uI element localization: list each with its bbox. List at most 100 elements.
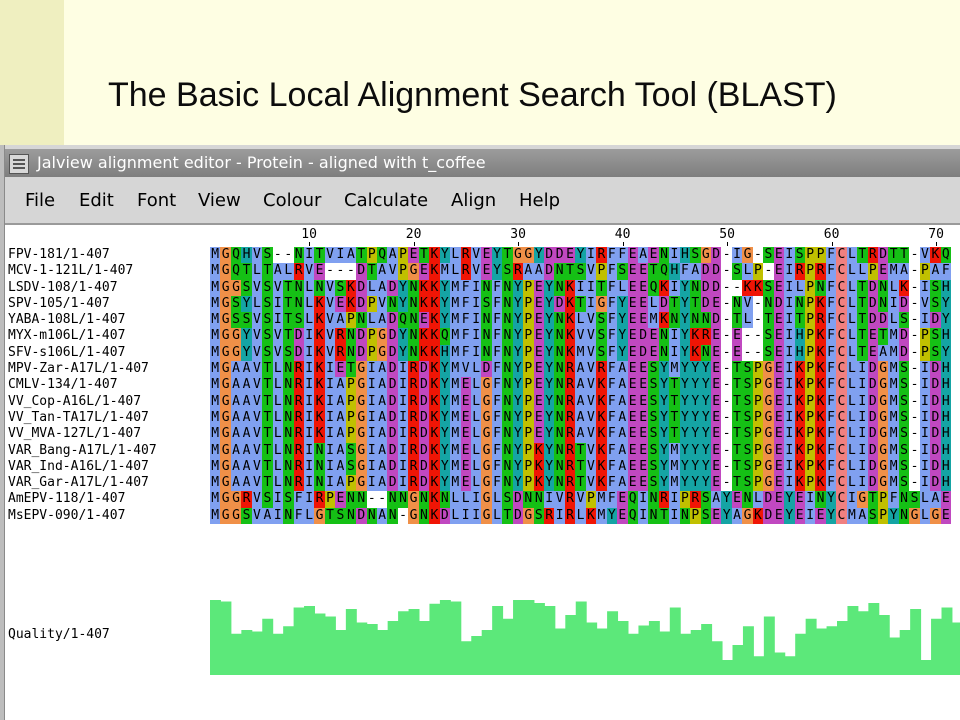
quality-bar <box>805 618 817 675</box>
menu-colour[interactable]: Colour <box>263 190 321 211</box>
jalview-window: Jalview alignment editor - Protein - ali… <box>0 145 960 720</box>
quality-bar <box>607 611 619 675</box>
menu-calculate[interactable]: Calculate <box>344 190 428 211</box>
sequence-row[interactable]: MGQHVS--NITVIATPQAPETKYLRVEYTGGYDDEYIRFF… <box>210 247 952 264</box>
menu-view[interactable]: View <box>198 190 241 211</box>
alignment-panel[interactable]: 10 20 30 40 50 60 70 FPV-181/1-407 MCV-1-121L/1… <box>5 223 960 720</box>
quality-bar <box>732 645 744 675</box>
window-titlebar[interactable]: Jalview alignment editor - Protein - ali… <box>5 149 960 177</box>
quality-bar <box>763 616 775 675</box>
sequence-row[interactable]: MGSSVSITSLKVAPNLADQNEKYMFINFNYPEYNKLVSFY… <box>210 312 952 329</box>
sequence-row[interactable]: MGQTLTALRVE---DTAVPGEKMLRVEYSRAADNTSVPFS… <box>210 263 952 280</box>
quality-bar <box>502 618 514 675</box>
sequence-id[interactable]: SFV-s106L/1-407 <box>8 345 213 361</box>
ruler-tick-label: 20 <box>405 227 422 242</box>
sequence-id[interactable]: VV_MVA-127L/1-407 <box>8 426 213 442</box>
sequence-id[interactable]: VAR_Gar-A17L/1-407 <box>8 475 213 491</box>
sequence-row[interactable]: MGSYLSITNLKVEKDPVNYNKKYMFISFNYPEYDKTIGFY… <box>210 295 952 313</box>
menu-help[interactable]: Help <box>519 190 560 211</box>
quality-bar <box>628 633 639 675</box>
ruler-tick-mark <box>622 242 624 246</box>
slide-header-background <box>0 0 960 145</box>
sequence-id[interactable]: VV_Cop-A16L/1-407 <box>8 394 213 410</box>
quality-bar <box>669 607 681 675</box>
quality-bar <box>324 616 336 675</box>
quality-bar <box>784 656 796 675</box>
sequence-id[interactable]: LSDV-108/1-407 <box>8 280 213 296</box>
sequence-id[interactable]: SPV-105/1-407 <box>8 296 213 312</box>
slide-accent-strip <box>0 0 64 145</box>
sequence-row[interactable]: MGAAVTLNRIKIAPGIADIRDKYMELGFNYPEYNRAVKFA… <box>210 393 952 410</box>
quality-bar <box>377 630 389 675</box>
app-window-icon[interactable] <box>9 154 29 174</box>
quality-bar <box>450 601 462 675</box>
ruler-tick-mark <box>727 242 729 246</box>
quality-bar <box>638 625 650 675</box>
quality-bar <box>753 656 765 675</box>
sequence-id[interactable]: VAR_Ind-A16L/1-407 <box>8 459 213 475</box>
menu-edit[interactable]: Edit <box>79 190 114 211</box>
quality-bar <box>857 611 869 675</box>
sequence-row[interactable]: MGGSVAINFLGTSNDNAN-GNKDLIIGLTDGSRIRLKMYE… <box>210 507 952 525</box>
sequence-row[interactable]: MGAAVTLNRINIASGIADIRDKYMELGFNYPKYNRTVKFA… <box>210 442 952 459</box>
sequence-id[interactable]: MsEPV-090/1-407 <box>8 508 213 524</box>
sequence-alignment-grid[interactable]: MGQHVS--NITVIATPQAPETKYLRVEYTGGYDDEYIRFF… <box>210 247 952 525</box>
quality-bar <box>722 660 733 675</box>
menu-font[interactable]: Font <box>137 190 176 211</box>
sequence-id[interactable]: VV_Tan-TA17L/1-407 <box>8 410 213 426</box>
quality-bar <box>408 609 420 675</box>
sequence-row[interactable]: MGAAVTLNRIKIAPGIADIRDKYMELGFNYPEYNRAVKFA… <box>210 426 952 443</box>
sequence-row[interactable]: MGAAVTLNRIKIAPGIADIRDKYMELGFNYPEYNRAVKFA… <box>210 377 952 394</box>
sequence-id-list: FPV-181/1-407 MCV-1-121L/1-407 LSDV-108/1-… <box>8 247 213 524</box>
quality-annotation-bars <box>210 600 960 675</box>
menu-align[interactable]: Align <box>451 190 496 211</box>
sequence-id[interactable]: FPV-181/1-407 <box>8 247 213 263</box>
sequence-id[interactable]: MYX-m106L/1-407 <box>8 328 213 344</box>
sequence-id[interactable]: MPV-Zar-A17L/1-407 <box>8 361 213 377</box>
sequence-id[interactable]: YABA-108L/1-407 <box>8 312 213 328</box>
sequence-id[interactable]: AmEPV-118/1-407 <box>8 491 213 507</box>
quality-bar <box>711 641 723 675</box>
quality-bar <box>241 630 253 675</box>
sequence-row[interactable]: MGAAVTLNRINIAPGIADIRDKYMELGFNYPKYNRTVKFA… <box>210 475 952 492</box>
sequence-row[interactable]: MGAAVTLNRIKIETGIADIRDKYMVLDFNYPEYNRAVRFA… <box>210 361 952 378</box>
menu-file[interactable]: File <box>25 190 55 211</box>
quality-bar <box>387 621 399 675</box>
quality-bar <box>544 606 556 675</box>
quality-bar <box>293 607 305 675</box>
quality-bar <box>230 633 242 675</box>
sequence-id[interactable]: CMLV-134/1-407 <box>8 377 213 393</box>
window-title: Jalview alignment editor - Protein - ali… <box>37 153 486 172</box>
ruler-tick-mark <box>518 242 520 246</box>
quality-bar <box>795 633 807 675</box>
quality-bar <box>899 630 911 675</box>
slide-title: The Basic Local Alignment Search Tool (B… <box>108 76 837 114</box>
quality-bar <box>701 624 713 675</box>
quality-bar <box>742 626 754 675</box>
sequence-row[interactable]: MGAAVTLNRINIASGIADIRDKYMELGFNYPKYNRTVKFA… <box>210 458 952 476</box>
quality-bar <box>533 603 545 675</box>
quality-bar <box>398 611 410 675</box>
sequence-row[interactable]: MGGYVSVSDIKVRNDPGDYNKKHMFINFNYPEYNKMVSFY… <box>210 344 952 362</box>
sequence-row[interactable]: MGGYVSVTDIKVRNDPGDYNKKQMFINFNYPEYNKVVSFY… <box>210 328 952 345</box>
quality-bar <box>774 652 786 675</box>
quality-bar <box>345 609 357 675</box>
quality-bar <box>847 606 859 675</box>
quality-annotation-label: Quality/1-407 <box>8 627 110 642</box>
sequence-row[interactable]: MGGSVSVTNLNVSKDLADYNKKYMFINFNYPEYNKIITFL… <box>210 279 952 296</box>
quality-bar <box>565 615 577 675</box>
quality-bar <box>659 631 671 675</box>
quality-bar <box>439 600 451 675</box>
ruler-tick-label: 50 <box>719 227 735 242</box>
sequence-id[interactable]: MCV-1-121L/1-407 <box>8 263 213 279</box>
sequence-row[interactable]: MGAAVTLNRIKIAPGIADIRDKYMELGFNYPEYNRAVKFA… <box>210 409 952 427</box>
sequence-row[interactable]: MGGRVSISFIRPENN--NNGNKNLLIGLSDNNIVRVPMFE… <box>210 491 952 508</box>
quality-bar <box>481 630 493 675</box>
quality-bar <box>586 622 598 675</box>
quality-bar <box>878 615 890 675</box>
quality-bar <box>366 624 378 675</box>
quality-bar <box>690 630 702 675</box>
quality-bar <box>335 630 347 675</box>
quality-bar <box>648 621 660 675</box>
sequence-id[interactable]: VAR_Bang-A17L/1-407 <box>8 443 213 459</box>
